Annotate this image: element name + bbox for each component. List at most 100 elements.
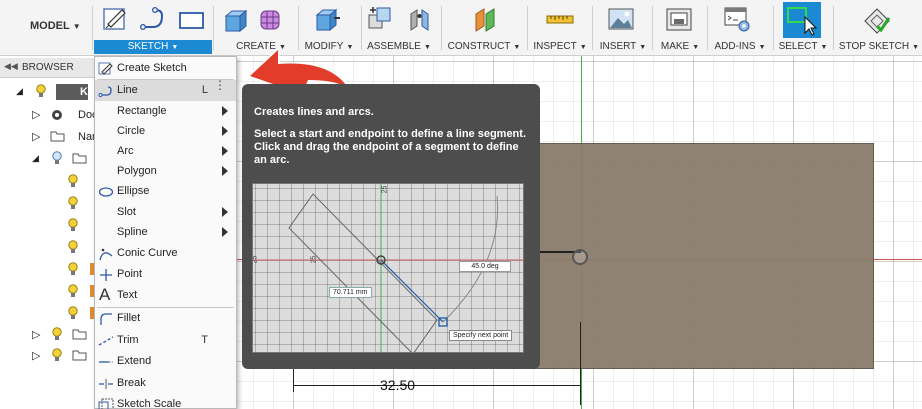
- visibility-bulb-icon[interactable]: [68, 306, 78, 320]
- menu-item-line[interactable]: Line L ⋮: [95, 79, 236, 101]
- menu-item-extend[interactable]: Extend: [95, 351, 236, 372]
- visibility-bulb-icon[interactable]: [68, 174, 78, 188]
- form-icon[interactable]: [256, 4, 286, 34]
- construct-tab-label: CONSTRUCT: [447, 41, 511, 52]
- origin-point[interactable]: [572, 249, 588, 265]
- menu-item-text[interactable]: A Text: [95, 285, 236, 306]
- menu-item-polygon[interactable]: Polygon: [95, 161, 236, 182]
- folder-icon: [72, 153, 87, 164]
- new-component-icon[interactable]: [366, 4, 396, 34]
- extrude-icon[interactable]: [220, 4, 250, 34]
- sketch-menu-tab[interactable]: SKETCH ▼: [94, 40, 212, 54]
- select-tool-button[interactable]: [783, 2, 821, 38]
- joint-icon[interactable]: [405, 4, 435, 34]
- menu-item-label: Sketch Scale: [117, 398, 182, 409]
- visibility-bulb-icon[interactable]: [36, 84, 46, 98]
- press-pull-icon[interactable]: [312, 4, 342, 34]
- stop-sketch-tab[interactable]: STOP SKETCH ▼: [838, 40, 920, 54]
- text-icon: A: [99, 285, 111, 304]
- browser-row-child[interactable]: [0, 237, 96, 259]
- visibility-bulb-icon[interactable]: [52, 327, 62, 341]
- expand-triangle-icon[interactable]: ◢: [16, 86, 23, 97]
- visibility-bulb-icon[interactable]: [52, 348, 62, 362]
- workspace-switcher[interactable]: MODEL ▼: [30, 20, 81, 32]
- collapse-panel-icon[interactable]: ◀◀: [4, 61, 18, 72]
- menu-item-label: Fillet: [117, 312, 141, 324]
- browser-row-child[interactable]: [0, 171, 96, 193]
- scripts-addins-icon[interactable]: [722, 4, 752, 34]
- rectangle-tool-icon[interactable]: [176, 4, 206, 34]
- menu-item-label: Polygon: [117, 165, 157, 177]
- menu-item-spline[interactable]: Spline: [95, 222, 236, 243]
- more-options-icon[interactable]: ⋮: [214, 79, 226, 91]
- toolbar-divider: [833, 6, 834, 50]
- line-tool-icon[interactable]: [138, 4, 168, 34]
- trim-icon: [98, 336, 114, 346]
- browser-row-child[interactable]: [0, 259, 96, 281]
- chevron-down-icon: ▼: [423, 44, 431, 51]
- visibility-bulb-icon[interactable]: [68, 240, 78, 254]
- menu-item-label: Trim: [117, 334, 139, 346]
- visibility-bulb-icon[interactable]: [68, 262, 78, 276]
- measure-icon[interactable]: [545, 4, 575, 34]
- browser-row-child[interactable]: [0, 215, 96, 237]
- browser-row-folder[interactable]: ▷: [0, 324, 96, 346]
- browser-row-folder[interactable]: ▷: [0, 345, 96, 367]
- expand-triangle-icon[interactable]: ▷: [32, 328, 40, 341]
- assemble-menu-tab[interactable]: ASSEMBLE ▼: [364, 40, 434, 54]
- toolbar-divider: [92, 6, 93, 50]
- visibility-bulb-icon[interactable]: [52, 151, 62, 165]
- preview-dimension: 25: [252, 255, 259, 264]
- expand-triangle-icon[interactable]: ◢: [32, 153, 39, 164]
- expand-triangle-icon[interactable]: ▷: [32, 349, 40, 362]
- chevron-down-icon: ▼: [579, 44, 587, 51]
- inspect-menu-tab[interactable]: INSPECT ▼: [532, 40, 588, 54]
- browser-row-root[interactable]: ◢ Kr: [0, 81, 96, 103]
- menu-item-label: Circle: [117, 125, 146, 137]
- browser-row-origin[interactable]: ◢: [0, 148, 96, 170]
- create-sketch-tool-icon[interactable]: [100, 4, 130, 34]
- visibility-bulb-icon[interactable]: [68, 284, 78, 298]
- menu-item-fillet[interactable]: Fillet: [95, 308, 236, 329]
- menu-item-slot[interactable]: Slot: [95, 202, 236, 223]
- stop-sketch-icon[interactable]: [862, 4, 892, 34]
- construct-menu-tab[interactable]: CONSTRUCT ▼: [446, 40, 522, 54]
- menu-item-sketch-scale[interactable]: Sketch Scale: [95, 394, 236, 409]
- fillet-icon: [100, 313, 112, 325]
- submenu-arrow-icon: [222, 126, 228, 136]
- menu-item-ellipse[interactable]: Ellipse: [95, 181, 236, 202]
- browser-row-document-settings[interactable]: ▷ Doc: [0, 104, 98, 126]
- dimension-value[interactable]: 32.50: [380, 377, 415, 393]
- insert-menu-tab[interactable]: INSERT ▼: [597, 40, 649, 54]
- expand-triangle-icon[interactable]: ▷: [32, 130, 40, 143]
- chevron-down-icon: ▼: [639, 44, 647, 51]
- menu-item-create-sketch[interactable]: Create Sketch: [95, 58, 236, 79]
- addins-menu-tab[interactable]: ADD-INS ▼: [710, 40, 770, 54]
- menu-item-label: Point: [117, 268, 143, 280]
- browser-row-child[interactable]: [0, 281, 96, 303]
- menu-item-trim[interactable]: Trim T: [95, 330, 236, 351]
- 3d-print-icon[interactable]: [664, 4, 694, 34]
- browser-row-child[interactable]: [0, 303, 96, 325]
- insert-image-icon[interactable]: [606, 4, 636, 34]
- expand-triangle-icon[interactable]: ▷: [32, 108, 40, 121]
- menu-item-arc[interactable]: Arc: [95, 141, 236, 162]
- visibility-bulb-icon[interactable]: [68, 196, 78, 210]
- visibility-bulb-icon[interactable]: [68, 218, 78, 232]
- chevron-down-icon: ▼: [692, 44, 700, 51]
- menu-item-label: Slot: [117, 206, 136, 218]
- menu-item-rectangle[interactable]: Rectangle: [95, 101, 236, 122]
- menu-item-break[interactable]: Break: [95, 373, 236, 394]
- browser-row-named-views[interactable]: ▷ Nam: [0, 126, 101, 148]
- submenu-arrow-icon: [222, 166, 228, 176]
- make-menu-tab[interactable]: MAKE ▼: [656, 40, 704, 54]
- gear-icon: [52, 110, 62, 120]
- menu-item-label: Rectangle: [117, 105, 167, 117]
- select-menu-tab[interactable]: SELECT ▼: [777, 40, 829, 54]
- menu-item-circle[interactable]: Circle: [95, 121, 236, 142]
- menu-item-conic-curve[interactable]: Conic Curve: [95, 243, 236, 264]
- toolbar: MODEL ▼ SKETCH ▼ CREATE ▼ MODIFY ▼ ASSEMBLE ▼…: [0, 0, 922, 56]
- browser-row-child[interactable]: [0, 193, 96, 215]
- menu-item-point[interactable]: Point: [95, 264, 236, 285]
- offset-plane-icon[interactable]: [470, 4, 500, 34]
